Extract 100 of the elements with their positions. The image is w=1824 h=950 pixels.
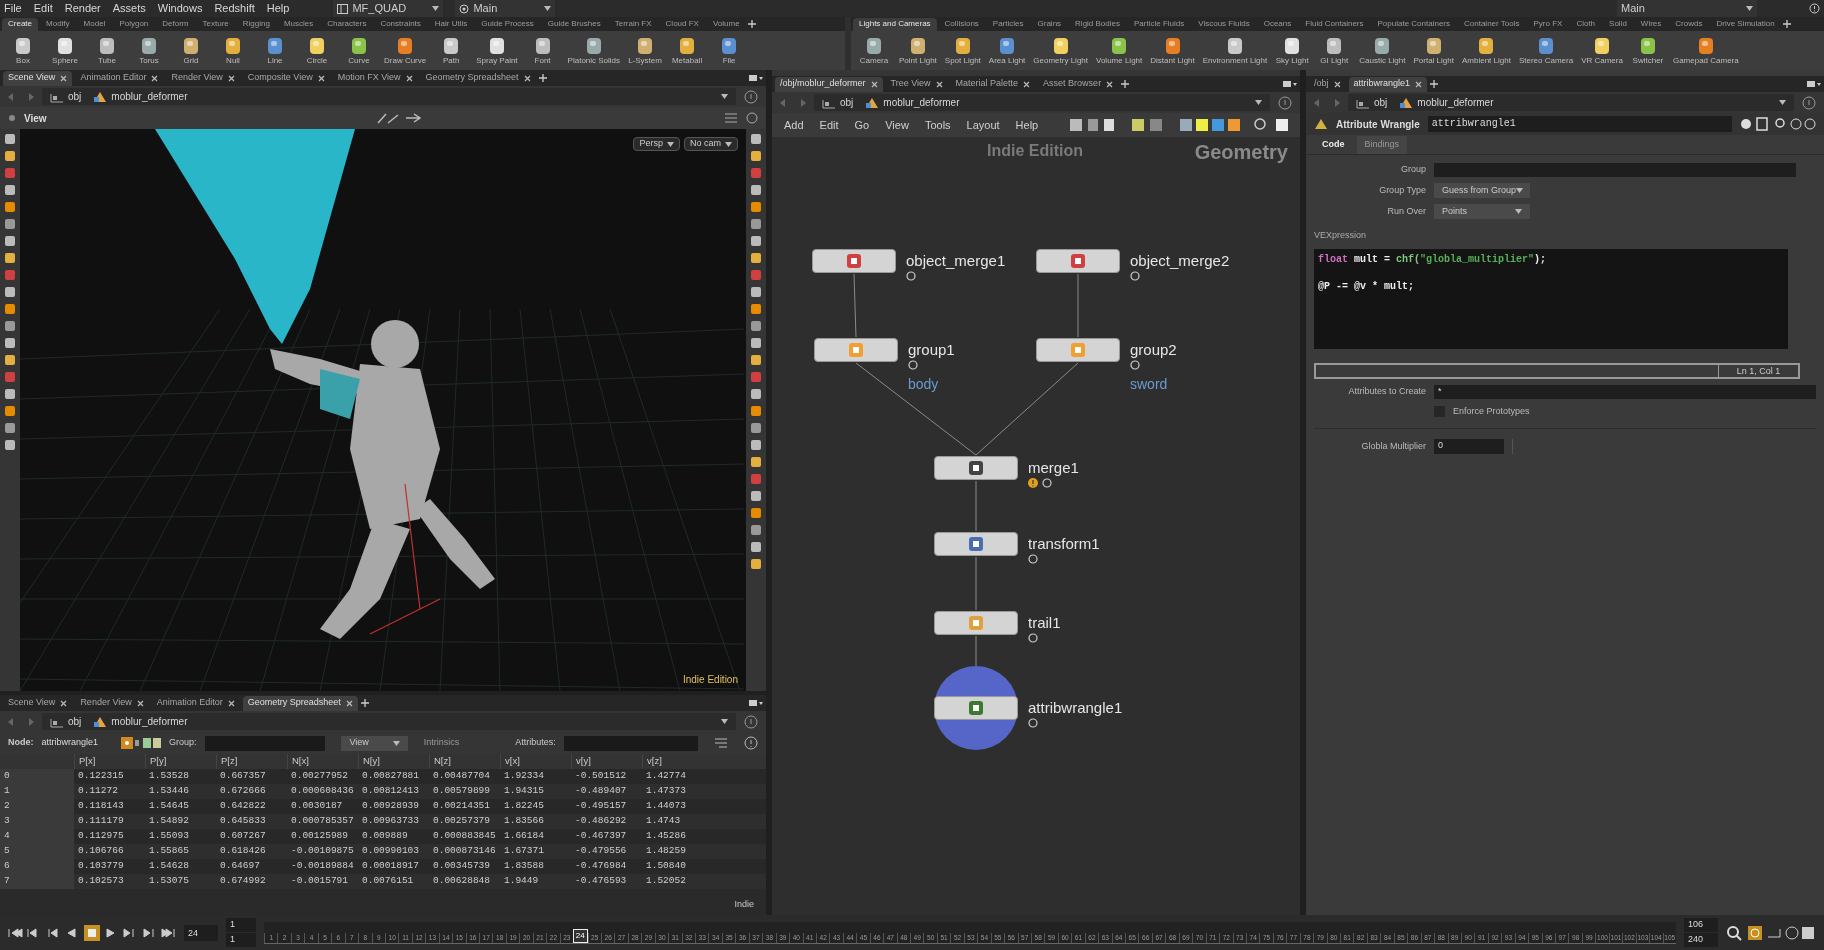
menu-item[interactable]: Help xyxy=(1015,116,1039,134)
shelf-tab[interactable]: Particle Fluids xyxy=(1128,17,1191,31)
pane-tab[interactable]: Material Palette xyxy=(955,77,1019,91)
code-editor[interactable]: float mult = chf("globla_multiplier"); @P -= @v * mult; xyxy=(1314,248,1788,349)
pane-menu-icon[interactable] xyxy=(749,74,763,82)
path-segment[interactable]: obj xyxy=(1356,95,1388,110)
close-icon[interactable] xyxy=(1106,80,1114,88)
node-label[interactable]: trail1 xyxy=(1028,612,1061,635)
menu-item[interactable]: Help xyxy=(266,0,290,17)
column-header[interactable]: N[z] xyxy=(429,754,500,769)
toolbar-tool-icon[interactable] xyxy=(4,405,16,417)
shelf-tool[interactable]: Grid xyxy=(172,35,210,66)
toolbar-tool-icon[interactable] xyxy=(750,269,762,281)
view-menu-button[interactable]: View xyxy=(341,735,408,751)
flag-ring-icon[interactable] xyxy=(906,271,916,281)
toolbar-tool-icon[interactable] xyxy=(750,456,762,468)
shelf-tool[interactable]: Null xyxy=(214,35,252,66)
shelf-tool[interactable]: Box xyxy=(4,35,42,66)
toolbar-tool-icon[interactable] xyxy=(750,422,762,434)
shelf-tab[interactable]: Modify xyxy=(40,17,76,31)
flag-ring-icon[interactable] xyxy=(1028,718,1038,728)
close-icon[interactable] xyxy=(523,74,531,82)
pane-menu-icon[interactable] xyxy=(1807,80,1821,88)
group-field[interactable] xyxy=(204,735,326,751)
toolbar-tool-icon[interactable] xyxy=(750,524,762,536)
toolbar-tool-icon[interactable] xyxy=(750,405,762,417)
node-label[interactable]: group2 xyxy=(1130,339,1177,362)
close-icon[interactable] xyxy=(317,74,325,82)
shelf-tool[interactable]: Camera xyxy=(855,35,893,66)
shelf-tool[interactable]: File xyxy=(710,35,749,66)
toolbar-tool-icon[interactable] xyxy=(750,303,762,315)
close-icon[interactable] xyxy=(935,80,943,88)
menu-item[interactable]: Add xyxy=(784,116,804,134)
shelf-tool[interactable]: Metaball xyxy=(668,35,707,66)
toolbar-tool-icon[interactable] xyxy=(750,184,762,196)
toolbar-tool-icon[interactable] xyxy=(750,235,762,247)
close-icon[interactable] xyxy=(870,80,878,88)
camera-menu-button[interactable]: No cam xyxy=(684,137,738,151)
toolbar-tool-icon[interactable] xyxy=(750,388,762,400)
pane-tab[interactable]: Asset Browser xyxy=(1043,77,1102,91)
shelf-tab[interactable]: Constraints xyxy=(374,17,427,31)
menu-item[interactable]: Edit xyxy=(33,0,53,17)
shelf-tab[interactable]: Deform xyxy=(156,17,195,31)
close-icon[interactable] xyxy=(60,74,68,82)
shelf-tab[interactable]: Particles xyxy=(986,17,1030,31)
parameter-tab[interactable]: Bindings xyxy=(1356,136,1408,154)
context-selector[interactable]: Main xyxy=(1617,0,1757,17)
column-header[interactable]: N[y] xyxy=(358,754,429,769)
parameter-toolbar-icons[interactable] xyxy=(1740,117,1816,131)
menu-item[interactable]: Layout xyxy=(966,116,1000,134)
shelf-tool[interactable]: Stereo Camera xyxy=(1516,35,1576,66)
transport-icon[interactable] xyxy=(8,926,23,939)
toolbar-tool-icon[interactable] xyxy=(4,235,16,247)
node-tile[interactable] xyxy=(1036,249,1120,273)
context-selector[interactable]: Main xyxy=(455,0,556,17)
toolbar-tool-icon[interactable] xyxy=(750,558,762,570)
number-field[interactable]: 0 xyxy=(1434,439,1504,454)
toolbar-tool-icon[interactable] xyxy=(750,286,762,298)
shelf-tool[interactable]: Path xyxy=(432,35,471,66)
close-icon[interactable] xyxy=(151,74,159,82)
shelf-tool[interactable]: Distant Light xyxy=(1148,35,1197,66)
shelf-tab[interactable]: Solid xyxy=(1603,17,1633,31)
toolbar-tool-icon[interactable] xyxy=(4,388,16,400)
shelf-tab[interactable]: Cloud FX xyxy=(659,17,705,31)
pane-tab[interactable]: Tree View xyxy=(890,77,931,91)
flag-ring-icon[interactable] xyxy=(1042,478,1052,488)
shelf-tab[interactable]: Drive Simulation xyxy=(1710,17,1781,31)
path-segment[interactable]: moblur_deformer xyxy=(93,714,188,729)
toolbar-tool-icon[interactable] xyxy=(4,337,16,349)
component-type-icon[interactable] xyxy=(121,737,162,749)
shelf-tool[interactable]: Gamepad Camera xyxy=(1670,35,1741,66)
shelf-tab[interactable]: Grains xyxy=(1031,17,1068,31)
shelf-tab[interactable]: Rigid Bodies xyxy=(1069,17,1126,31)
stop-button[interactable] xyxy=(84,924,100,941)
flag-ring-icon[interactable] xyxy=(1028,633,1038,643)
shelf-tool[interactable]: Torus xyxy=(130,35,168,66)
node-tile[interactable] xyxy=(934,532,1018,556)
pane-menu-icon[interactable] xyxy=(1283,80,1297,88)
toolbar-tool-icon[interactable] xyxy=(4,422,16,434)
menu-item[interactable]: File xyxy=(4,0,22,17)
column-header[interactable]: v[z] xyxy=(642,754,713,769)
shelf-tool[interactable]: Line xyxy=(256,35,294,66)
toolbar-tool-icon[interactable] xyxy=(750,337,762,349)
shelf-tool[interactable]: Ambient Light xyxy=(1459,35,1513,66)
path-segment[interactable]: obj xyxy=(822,95,854,110)
toolbar-tool-icon[interactable] xyxy=(4,320,16,332)
menu-item[interactable]: Redshift xyxy=(214,0,255,17)
pane-tab[interactable]: Render View xyxy=(80,696,132,710)
toolbar-tool-icon[interactable] xyxy=(750,473,762,485)
plus-icon[interactable] xyxy=(1121,80,1130,88)
toolbar-tool-icon[interactable] xyxy=(750,439,762,451)
menu-item[interactable]: View xyxy=(885,116,909,134)
shelf-tool[interactable]: Sky Light xyxy=(1273,35,1312,66)
dropdown-menu[interactable]: Guess from Group xyxy=(1434,183,1530,198)
pane-menu-icon[interactable] xyxy=(749,699,763,707)
close-icon[interactable] xyxy=(1415,80,1423,88)
camera-menu-button[interactable]: Persp xyxy=(633,137,680,151)
node-label[interactable]: transform1 xyxy=(1028,533,1100,556)
node-tile[interactable] xyxy=(934,611,1018,635)
network-toolbar-icons[interactable] xyxy=(1070,118,1291,132)
